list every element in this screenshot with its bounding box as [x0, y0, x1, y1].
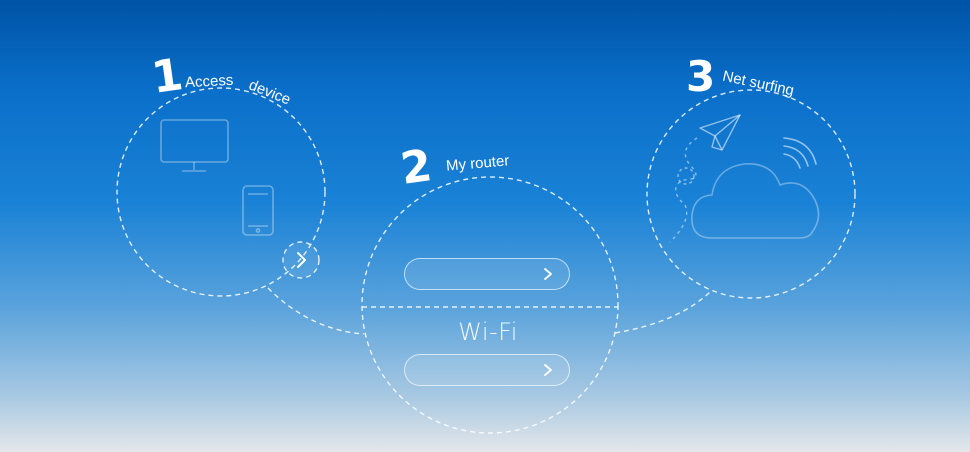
- wifi-label: Wi-Fi: [458, 318, 518, 346]
- chevron-right-icon: [544, 268, 552, 280]
- monitor-icon: [160, 119, 229, 172]
- step-2-number: 2: [397, 140, 435, 195]
- cloud-icon: [691, 163, 820, 239]
- connector-2-3: [614, 289, 713, 334]
- paper-plane-icon: [699, 114, 741, 151]
- chevron-right-icon: [297, 252, 306, 268]
- step-3-number: 3: [686, 52, 716, 101]
- next-step-button[interactable]: [282, 241, 320, 279]
- router-option-wifi[interactable]: [404, 354, 570, 386]
- connector-1-2: [267, 287, 365, 335]
- smartphone-icon: [242, 185, 274, 236]
- step-1-label-access: Access: [184, 71, 234, 92]
- net-surfing-circle: [646, 89, 856, 299]
- step-1-number: 1: [148, 49, 186, 104]
- router-option-top[interactable]: [404, 258, 570, 290]
- my-router-circle: [361, 176, 619, 434]
- chevron-right-icon: [544, 364, 552, 376]
- signal-waves-icon: [783, 137, 817, 169]
